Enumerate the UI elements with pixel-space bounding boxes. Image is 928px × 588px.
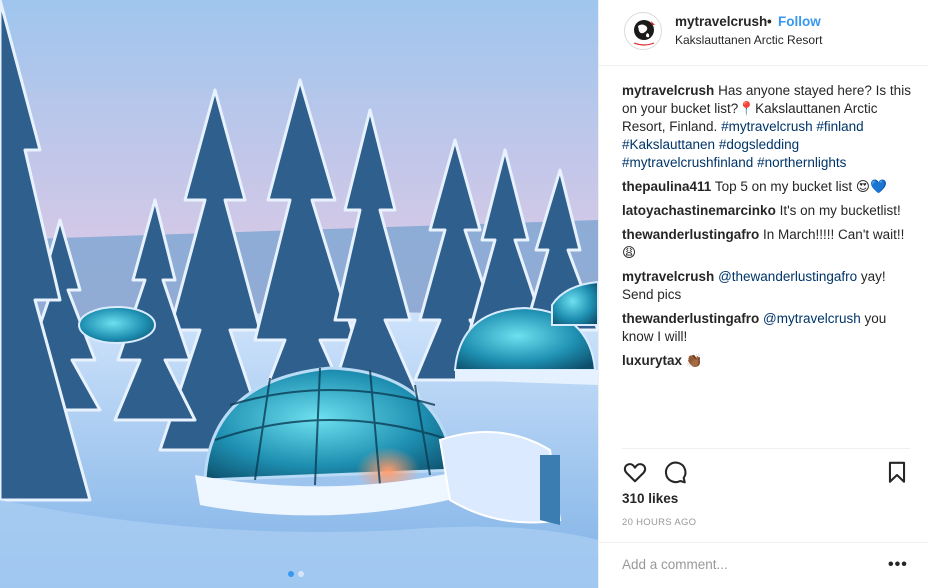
bookmark-icon[interactable] — [884, 459, 910, 485]
add-comment-input[interactable] — [622, 557, 872, 572]
post-username[interactable]: mytravelcrush — [675, 14, 767, 29]
comment-item: latoyachastinemarcinko It's on my bucket… — [622, 202, 912, 220]
comment-mention[interactable]: @mytravelcrush — [763, 311, 861, 326]
globe-logo-icon — [633, 20, 655, 46]
heart-icon[interactable] — [622, 459, 648, 485]
separator-dot: • — [767, 14, 772, 29]
follow-button[interactable]: Follow — [778, 14, 821, 29]
post-sidebar: mytravelcrush • Follow Kakslauttanen Arc… — [598, 0, 928, 588]
pin-emoji: 📍 — [738, 101, 756, 116]
comment-item: mytravelcrush @thewanderlustingafro yay!… — [622, 268, 912, 304]
comment-emoji: 😩 — [622, 245, 637, 260]
action-bar — [622, 448, 910, 494]
hashtag[interactable]: #finland — [816, 119, 863, 134]
comment-item: thewanderlustingafro In March!!!!! Can't… — [622, 226, 912, 262]
comment-item: luxurytax 👏🏾 — [622, 352, 912, 370]
hashtag[interactable]: #mytravelcrushfinland — [622, 155, 753, 170]
hashtag[interactable]: #Kakslauttanen — [622, 137, 715, 152]
instagram-post: mytravelcrush • Follow Kakslauttanen Arc… — [0, 0, 928, 588]
glass-igloo-scene — [0, 0, 598, 588]
post-timestamp[interactable]: 20 HOURS AGO — [622, 517, 696, 528]
comment-username[interactable]: thewanderlustingafro — [622, 311, 759, 326]
carousel-dot-2[interactable] — [298, 571, 304, 577]
caption-username[interactable]: mytravelcrush — [622, 83, 714, 98]
post-header: mytravelcrush • Follow Kakslauttanen Arc… — [599, 0, 928, 66]
comment-emoji: 👏🏾 — [685, 353, 703, 368]
comments-list: mytravelcrush Has anyone stayed here? Is… — [622, 82, 912, 376]
more-options-button[interactable]: ••• — [888, 556, 908, 574]
avatar[interactable] — [624, 12, 662, 50]
comment-item: thepaulina411 Top 5 on my bucket list 😍💙 — [622, 178, 912, 196]
caption: mytravelcrush Has anyone stayed here? Is… — [622, 82, 912, 172]
comment-username[interactable]: thewanderlustingafro — [622, 227, 759, 242]
carousel-dot-1[interactable] — [288, 571, 294, 577]
comment-username[interactable]: latoyachastinemarcinko — [622, 203, 776, 218]
comment-username[interactable]: mytravelcrush — [622, 269, 714, 284]
post-photo[interactable] — [0, 0, 598, 588]
comment-icon[interactable] — [662, 459, 688, 485]
hashtag[interactable]: #mytravelcrush — [721, 119, 813, 134]
comment-text: In March!!!!! Can't wait!! — [763, 227, 905, 242]
comment-username[interactable]: luxurytax — [622, 353, 682, 368]
post-location[interactable]: Kakslauttanen Arctic Resort — [675, 33, 822, 47]
comment-username[interactable]: thepaulina411 — [622, 179, 711, 194]
comment-text: It's on my bucketlist! — [779, 203, 901, 218]
hashtag[interactable]: #northernlights — [757, 155, 846, 170]
carousel-dots — [288, 571, 304, 577]
comment-emoji: 😍💙 — [855, 179, 887, 194]
hashtag[interactable]: #dogsledding — [719, 137, 799, 152]
likes-count[interactable]: 310 likes — [622, 491, 678, 506]
comment-text: Top 5 on my bucket list — [714, 179, 853, 194]
comment-mention[interactable]: @thewanderlustingafro — [718, 269, 857, 284]
add-comment-bar: ••• — [599, 542, 928, 588]
comment-item: thewanderlustingafro @mytravelcrush you … — [622, 310, 912, 346]
